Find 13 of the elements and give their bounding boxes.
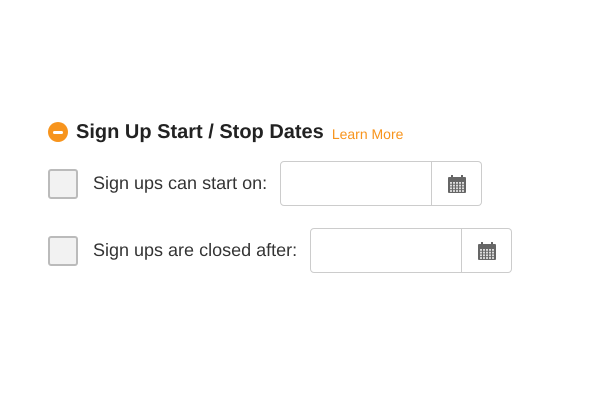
learn-more-link[interactable]: Learn More [332, 124, 404, 144]
field-label: Sign ups can start on: [93, 172, 268, 195]
calendar-icon [446, 174, 467, 194]
checkbox[interactable] [48, 236, 78, 266]
calendar-button[interactable] [462, 228, 512, 273]
section-title: Sign Up Start / Stop Dates [76, 120, 324, 145]
field-label: Sign ups are closed after: [93, 239, 298, 262]
date-field[interactable] [310, 228, 462, 273]
collapse-icon[interactable] [48, 122, 68, 142]
date-field[interactable] [280, 161, 432, 206]
calendar-button[interactable] [432, 161, 482, 206]
calendar-icon [476, 240, 497, 260]
checkbox[interactable] [48, 168, 78, 198]
